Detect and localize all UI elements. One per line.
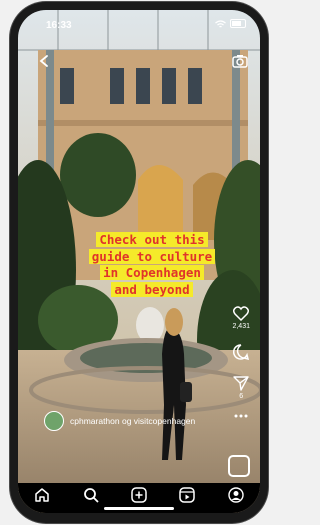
caption-line-4: and beyond — [111, 281, 193, 297]
phone-frame: 16:33 Check out this guide to culture in… — [10, 2, 268, 523]
reel-author[interactable]: cphmarathon og visitcopenhagen — [44, 411, 195, 431]
action-rail: 2,431 6 — [232, 306, 250, 432]
create-icon — [131, 487, 147, 503]
status-bar: 16:33 — [18, 10, 260, 34]
camera-button[interactable] — [232, 54, 248, 73]
wifi-icon — [215, 19, 226, 27]
home-indicator — [104, 507, 174, 510]
reels-icon — [179, 487, 196, 503]
back-button[interactable] — [38, 54, 52, 73]
comment-button[interactable] — [233, 344, 250, 362]
reel-caption: Check out this guide to culture in Copen… — [82, 232, 222, 298]
battery-icon — [230, 19, 246, 28]
share-button[interactable]: 6 — [233, 376, 249, 400]
camera-icon — [232, 55, 248, 68]
status-icons — [215, 19, 246, 28]
status-time: 16:33 — [46, 20, 72, 31]
like-button[interactable]: 2,431 — [232, 306, 250, 330]
caption-line-3: in Copenhagen — [100, 265, 204, 280]
author-name[interactable]: cphmarathon og visitcopenhagen — [70, 416, 195, 426]
back-arrow-icon — [39, 55, 48, 67]
caption-line-2: guide to culture — [88, 248, 216, 264]
more-button[interactable] — [234, 414, 248, 418]
nav-search[interactable] — [81, 485, 101, 505]
nav-profile[interactable] — [226, 485, 246, 505]
avatar[interactable] — [44, 411, 64, 431]
share-count: 6 — [239, 393, 244, 400]
audio-thumbnail[interactable] — [228, 455, 250, 477]
search-icon — [83, 488, 99, 503]
like-count: 2,431 — [232, 323, 250, 330]
more-icon — [234, 414, 248, 418]
nav-reels[interactable] — [177, 485, 197, 505]
caption-line-1: Check out this — [96, 232, 208, 247]
heart-icon — [233, 306, 250, 321]
nav-create[interactable] — [129, 485, 149, 505]
comment-icon — [233, 344, 250, 360]
reel-screen[interactable]: 16:33 Check out this guide to culture in… — [18, 10, 260, 513]
share-icon — [233, 376, 249, 391]
home-icon — [35, 488, 49, 502]
profile-icon — [228, 487, 244, 503]
nav-home[interactable] — [32, 485, 52, 505]
